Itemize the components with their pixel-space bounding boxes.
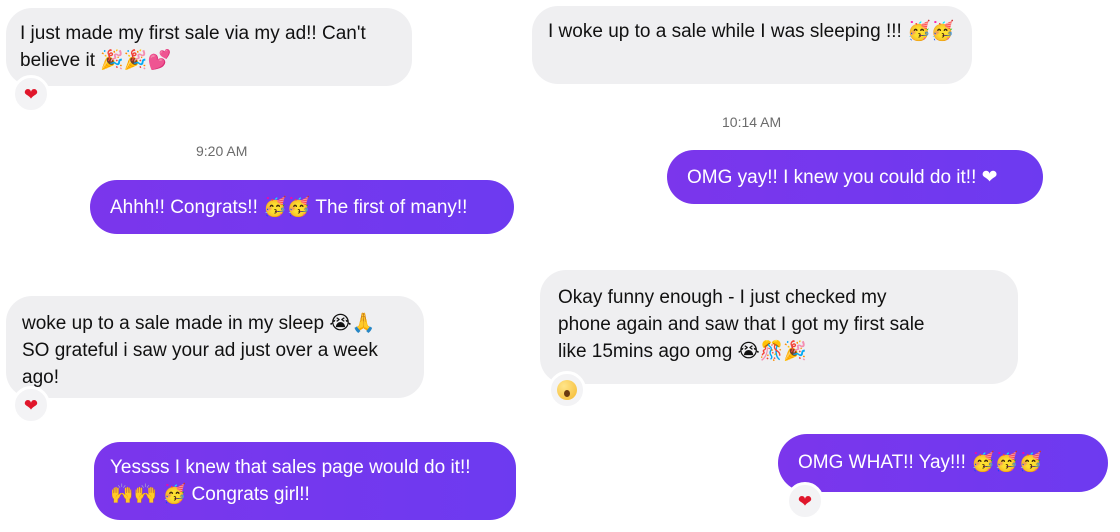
outgoing-message-bubble[interactable]: Yessss I knew that sales page would do i… — [94, 442, 516, 520]
outgoing-message-bubble[interactable]: OMG WHAT!! Yay!!! 🥳🥳🥳 — [778, 434, 1108, 492]
incoming-message-bubble[interactable]: I just made my first sale via my ad!! Ca… — [6, 8, 412, 86]
incoming-message-bubble[interactable]: I woke up to a sale while I was sleeping… — [532, 6, 972, 84]
message-text: OMG yay!! I knew you could do it!! ❤ — [687, 167, 998, 188]
message-text: I just made my first sale via my ad!! Ca… — [20, 23, 372, 71]
message-text: Ahhh!! Congrats!! 🥳🥳 The first of many!! — [110, 197, 468, 218]
message-text: OMG WHAT!! Yay!!! 🥳🥳🥳 — [798, 452, 1043, 473]
message-timestamp: 10:14 AM — [722, 114, 782, 130]
message-timestamp: 9:20 AM — [196, 143, 248, 159]
message-text: woke up to a sale made in my sleep 😭🙏 SO… — [22, 313, 378, 388]
heart-reaction-icon[interactable]: ❤ — [786, 482, 824, 520]
wow-face-reaction-icon[interactable] — [548, 371, 586, 409]
heart-reaction-icon[interactable]: ❤ — [12, 75, 50, 113]
incoming-message-bubble[interactable]: Okay funny enough - I just checked my ph… — [540, 270, 1018, 384]
heart-reaction-icon[interactable]: ❤ — [12, 386, 50, 424]
chat-panel-top-left: I just made my first sale via my ad!! Ca… — [0, 0, 524, 240]
incoming-message-bubble[interactable]: woke up to a sale made in my sleep 😭🙏 SO… — [6, 296, 424, 398]
chat-panel-top-right: I woke up to a sale while I was sleeping… — [528, 0, 1120, 240]
outgoing-message-bubble[interactable]: Ahhh!! Congrats!! 🥳🥳 The first of many!! — [90, 180, 514, 234]
chat-panel-bottom-left: woke up to a sale made in my sleep 😭🙏 SO… — [0, 244, 524, 532]
outgoing-message-bubble[interactable]: OMG yay!! I knew you could do it!! ❤ — [667, 150, 1043, 204]
message-text: Okay funny enough - I just checked my ph… — [558, 287, 925, 362]
message-text: Yessss I knew that sales page would do i… — [110, 457, 471, 505]
chat-panel-bottom-right: Okay funny enough - I just checked my ph… — [528, 244, 1120, 532]
message-text: I woke up to a sale while I was sleeping… — [548, 21, 955, 42]
